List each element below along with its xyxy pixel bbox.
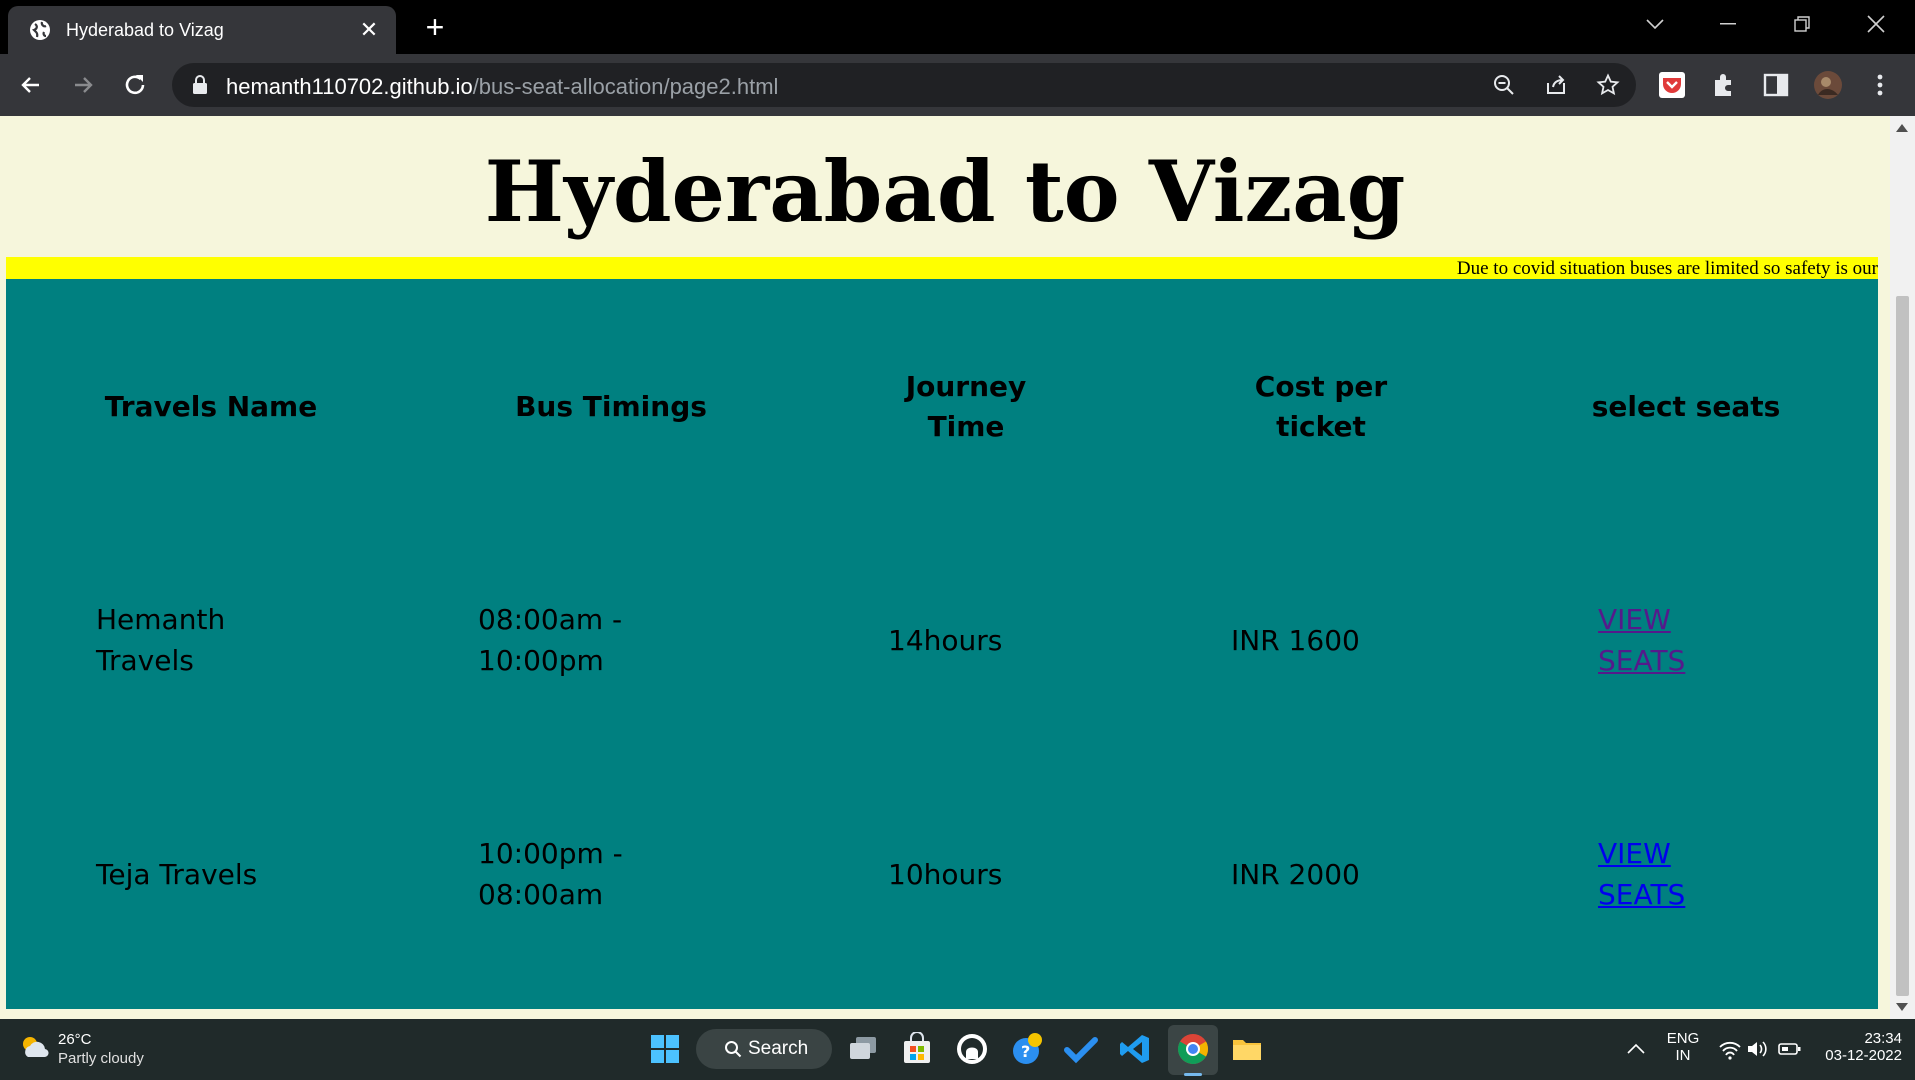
row1-name-line2: Travels <box>96 644 194 677</box>
zoom-icon[interactable] <box>1492 73 1516 97</box>
svg-text:?: ? <box>1021 1042 1030 1061</box>
header-cost-per-ticket: Cost per ticket <box>1221 367 1421 447</box>
row1-cost: INR 1600 <box>1231 624 1360 657</box>
page-title: Hyderabad to Vizag <box>484 142 1406 241</box>
pocket-extension-icon[interactable] <box>1658 71 1686 99</box>
clock-time: 23:34 <box>1864 1030 1902 1047</box>
vscode-icon[interactable] <box>1118 1032 1152 1066</box>
bus-table: Travels Name Bus Timings Journey Time Co… <box>6 279 1878 1009</box>
browser-tab[interactable]: Hyderabad to Vizag ✕ <box>8 6 396 54</box>
clock[interactable]: 23:34 03-12-2022 <box>1812 1030 1902 1064</box>
taskbar-search-label: Search <box>748 1038 809 1059</box>
profile-avatar[interactable] <box>1814 71 1842 99</box>
row2-bus-timings: 10:00pm - 08:00am <box>478 833 623 915</box>
row1-journey-time: 14hours <box>888 624 1003 657</box>
lock-icon[interactable] <box>192 75 208 95</box>
marquee-text: Due to covid situation buses are limited… <box>1456 258 1878 279</box>
windows-start-icon[interactable] <box>648 1032 682 1066</box>
search-icon <box>725 1041 742 1058</box>
back-icon[interactable] <box>16 70 46 100</box>
wifi-icon[interactable] <box>1718 1032 1742 1066</box>
row2-journey-time: 10hours <box>888 858 1003 891</box>
globe-icon <box>30 20 50 40</box>
close-tab-icon[interactable]: ✕ <box>358 19 380 41</box>
header-cost-line1: Cost per <box>1254 370 1388 403</box>
close-window-icon[interactable] <box>1846 0 1906 48</box>
header-travels-name: Travels Name <box>104 390 318 423</box>
forward-icon[interactable] <box>68 70 98 100</box>
file-explorer-icon[interactable] <box>1230 1032 1264 1066</box>
row1-travels-name: Hemanth Travels <box>96 599 225 681</box>
clock-date: 03-12-2022 <box>1825 1047 1902 1064</box>
language-indicator[interactable]: ENG IN <box>1664 1030 1702 1064</box>
header-select-seats: select seats <box>1591 390 1781 423</box>
address-bar[interactable]: hemanth110702.github.io/bus-seat-allocat… <box>172 63 1636 107</box>
header-journey-time-line2: Time <box>927 410 1005 443</box>
language-line2: IN <box>1675 1047 1691 1064</box>
url-path: /bus-seat-allocation/page2.html <box>472 74 779 99</box>
weather-temperature[interactable]: 26°C <box>58 1031 92 1048</box>
page-scrollbar[interactable] <box>1890 116 1915 1019</box>
row1-timing-line1: 08:00am - <box>478 603 623 636</box>
url-host: hemanth110702.github.io <box>226 74 473 99</box>
row1-link-line1: VIEW <box>1598 603 1671 636</box>
partly-cloudy-icon[interactable] <box>18 1033 50 1061</box>
tab-title: Hyderabad to Vizag <box>66 19 224 40</box>
row2-travels-name: Teja Travels <box>96 858 258 891</box>
language-line1: ENG <box>1666 1030 1700 1047</box>
url-text[interactable]: hemanth110702.github.io/bus-seat-allocat… <box>226 74 778 100</box>
reload-icon[interactable] <box>120 70 150 100</box>
row1-view-seats-cell: VIEW SEATS <box>1598 599 1685 681</box>
row1-timing-line2: 10:00pm <box>478 644 604 677</box>
minimize-icon[interactable] <box>1698 0 1758 48</box>
microsoft-store-icon[interactable] <box>900 1032 934 1066</box>
task-view-icon[interactable] <box>846 1032 880 1066</box>
taskbar-search-button[interactable]: Search <box>696 1029 832 1069</box>
new-tab-icon[interactable]: + <box>420 11 450 43</box>
row2-timing-line1: 10:00pm - <box>478 837 623 870</box>
scroll-down-arrow-icon[interactable] <box>1896 1003 1908 1011</box>
header-journey-time: Journey Time <box>866 367 1066 447</box>
show-hidden-icons-chevron[interactable] <box>1625 1032 1647 1066</box>
scroll-thumb[interactable] <box>1896 296 1909 996</box>
github-desktop-icon[interactable] <box>955 1032 989 1066</box>
row1-name-line1: Hemanth <box>96 603 226 636</box>
microsoft-todo-icon[interactable] <box>1064 1032 1098 1066</box>
row2-link-line1: VIEW <box>1598 837 1671 870</box>
row1-view-seats-link[interactable]: VIEW SEATS <box>1598 599 1685 681</box>
extensions-puzzle-icon[interactable] <box>1710 71 1738 99</box>
get-help-icon[interactable]: ? <box>1010 1032 1044 1066</box>
bookmark-star-icon[interactable] <box>1596 73 1620 97</box>
header-bus-timings: Bus Timings <box>515 390 707 423</box>
side-panel-icon[interactable] <box>1762 71 1790 99</box>
weather-description[interactable]: Partly cloudy <box>58 1050 144 1067</box>
scroll-up-arrow-icon[interactable] <box>1896 124 1908 132</box>
chrome-active-indicator <box>1184 1073 1202 1076</box>
volume-icon[interactable] <box>1746 1032 1768 1066</box>
bus-list-panel: Travels Name Bus Timings Journey Time Co… <box>6 279 1878 1009</box>
row2-timing-line2: 08:00am <box>478 878 604 911</box>
page-viewport: Hyderabad to Vizag Due to covid situatio… <box>0 116 1890 1019</box>
battery-icon[interactable] <box>1778 1032 1802 1066</box>
header-cost-line2: ticket <box>1276 410 1366 443</box>
covid-notice-marquee: Due to covid situation buses are limited… <box>6 257 1878 279</box>
row2-link-line2: SEATS <box>1598 878 1686 911</box>
row2-view-seats-link[interactable]: VIEW SEATS <box>1598 833 1685 915</box>
header-journey-time-line1: Journey <box>905 370 1027 403</box>
chrome-icon[interactable] <box>1176 1032 1210 1066</box>
browser-toolbar: hemanth110702.github.io/bus-seat-allocat… <box>0 54 1915 116</box>
row2-cost: INR 2000 <box>1231 858 1360 891</box>
row2-view-seats-cell: VIEW SEATS <box>1598 833 1685 915</box>
browser-tab-strip: Hyderabad to Vizag ✕ + <box>0 0 1915 54</box>
tab-search-chevron-icon[interactable] <box>1625 0 1685 48</box>
windows-taskbar: 26°C Partly cloudy Search ? ENG IN 23:34… <box>0 1019 1915 1080</box>
restore-icon[interactable] <box>1772 0 1832 48</box>
row1-link-line2: SEATS <box>1598 644 1686 677</box>
browser-menu-icon[interactable] <box>1866 71 1894 99</box>
row1-bus-timings: 08:00am - 10:00pm <box>478 599 622 681</box>
share-icon[interactable] <box>1544 73 1568 97</box>
